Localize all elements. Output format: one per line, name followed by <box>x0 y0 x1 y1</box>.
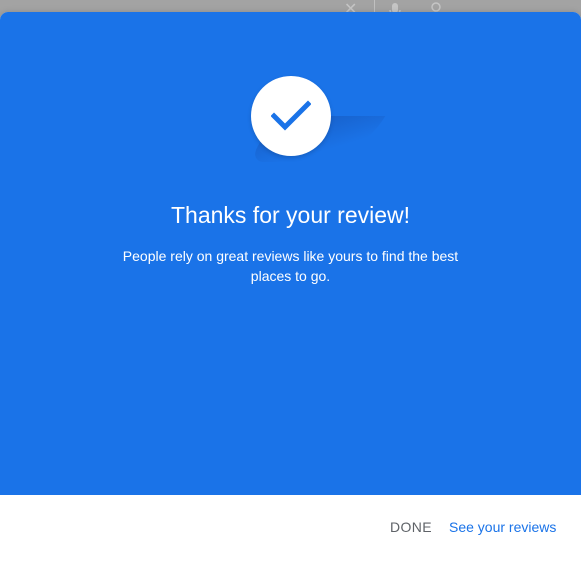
checkmark-icon <box>271 100 311 131</box>
review-confirmation-dialog: Thanks for your review! People rely on g… <box>0 12 581 562</box>
check-badge <box>251 76 331 156</box>
see-your-reviews-button[interactable]: See your reviews <box>449 517 556 537</box>
dialog-title: Thanks for your review! <box>170 202 411 228</box>
dialog-footer: DONE See your reviews <box>0 495 581 562</box>
dialog-hero: Thanks for your review! People rely on g… <box>0 12 581 495</box>
done-button[interactable]: DONE <box>390 517 432 537</box>
dialog-message: People rely on great reviews like yours … <box>122 248 459 284</box>
